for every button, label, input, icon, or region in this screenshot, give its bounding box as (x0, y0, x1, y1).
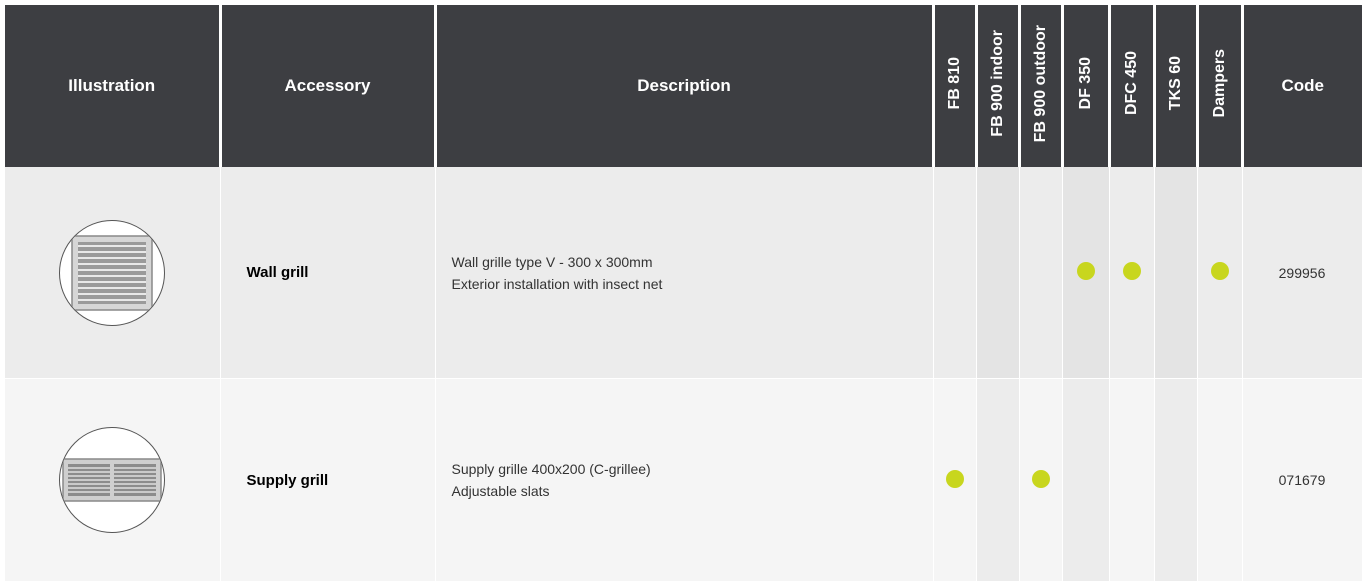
header-dfc450: DFC 450 (1109, 5, 1156, 167)
header-fb810-label: FB 810 (945, 57, 963, 110)
description-cell: Supply grille 400x200 (C-grillee) Adjust… (435, 378, 934, 581)
compat-fb900-outdoor (1019, 167, 1063, 379)
header-df350: DF 350 (1062, 5, 1111, 167)
header-df350-label: DF 350 (1076, 57, 1094, 110)
description-cell: Wall grille type V - 300 x 300mm Exterio… (435, 167, 934, 379)
accessories-table: Illustration Accessory Description FB 81… (5, 5, 1363, 581)
compat-dampers (1197, 378, 1243, 581)
header-fb810: FB 810 (933, 5, 978, 167)
compat-tks60 (1154, 167, 1198, 379)
header-accessory: Accessory (220, 5, 437, 167)
compat-dfc450 (1109, 378, 1155, 581)
illustration-cell (5, 378, 221, 581)
compat-fb900-indoor (976, 378, 1020, 581)
header-fb900-outdoor-label: FB 900 outdoor (1031, 24, 1049, 143)
compatible-dot (1210, 262, 1229, 280)
compat-tks60 (1154, 378, 1198, 581)
compat-fb900-indoor (976, 167, 1020, 379)
description-line: Wall grille type V - 300 x 300mm (451, 253, 653, 270)
wall-grille-image (59, 219, 166, 326)
compat-dampers (1197, 167, 1243, 379)
header-dampers-label: Dampers (1210, 49, 1228, 118)
accessory-name: Wall grill (220, 167, 436, 379)
header-tks60-label: TKS 60 (1166, 56, 1184, 111)
header-row: Illustration Accessory Description FB 81… (5, 5, 1362, 167)
header-illustration: Illustration (5, 5, 222, 167)
compat-fb810 (933, 378, 977, 581)
header-fb900-indoor-label: FB 900 indoor (988, 30, 1006, 137)
header-fb900-outdoor: FB 900 outdoor (1019, 5, 1064, 167)
compatible-dot (1122, 262, 1141, 280)
description-line: Adjustable slats (451, 483, 550, 499)
code-cell: 299956 (1242, 167, 1363, 379)
code-cell: 071679 (1242, 378, 1363, 581)
supply-grille-image (59, 427, 166, 533)
compat-df350 (1062, 167, 1110, 379)
table-row: Wall grill Wall grille type V - 300 x 30… (5, 167, 1363, 379)
description-line: Exterior installation with insect net (451, 275, 663, 292)
accessory-name: Supply grill (220, 378, 436, 581)
header-description: Description (435, 5, 935, 167)
compatible-dot (945, 469, 964, 488)
header-dampers: Dampers (1197, 5, 1244, 167)
compat-df350 (1062, 378, 1110, 581)
table-row: Supply grill Supply grille 400x200 (C-gr… (5, 378, 1363, 581)
compat-fb810 (933, 167, 977, 379)
header-fb900-indoor: FB 900 indoor (976, 5, 1021, 167)
description-line: Supply grille 400x200 (C-grillee) (451, 461, 651, 477)
compat-dfc450 (1109, 167, 1155, 379)
compatible-dot (1076, 262, 1095, 280)
illustration-cell (5, 167, 221, 379)
header-code: Code (1242, 5, 1362, 167)
compat-fb900-outdoor (1019, 378, 1063, 581)
header-tks60: TKS 60 (1154, 5, 1199, 167)
compatible-dot (1031, 469, 1050, 488)
header-dfc450-label: DFC 450 (1122, 51, 1140, 116)
